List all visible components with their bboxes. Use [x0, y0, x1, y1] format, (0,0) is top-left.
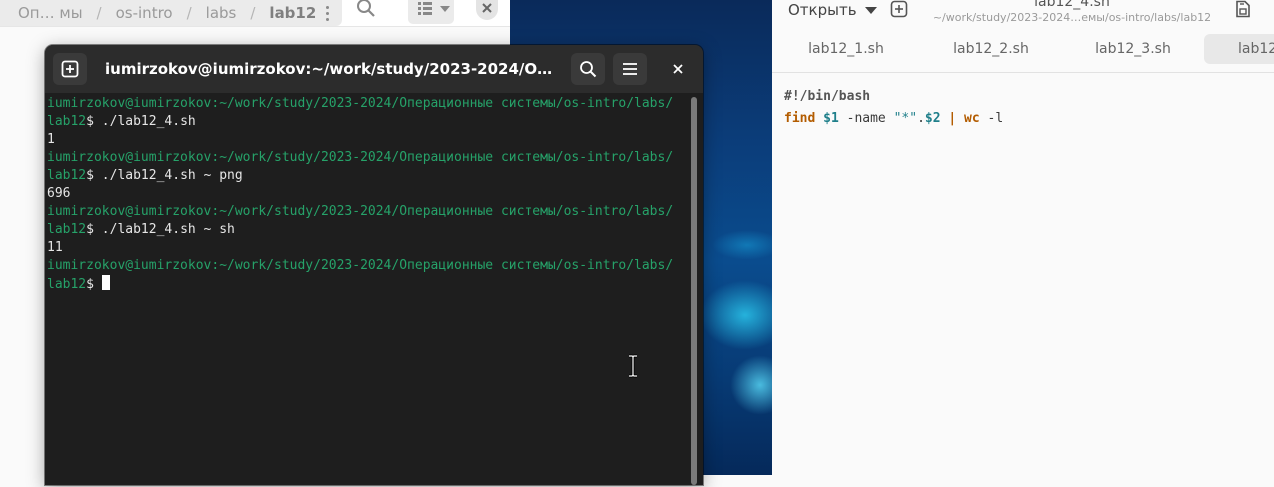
new-tab-button[interactable] — [53, 53, 87, 85]
code-line-2: find $1 -name "*".$2 | wc -l — [784, 108, 1003, 130]
prompt-path: lab12 — [47, 114, 87, 129]
terminal-line: iumirzokov@iumirzokov:~/work/study/2023-… — [47, 203, 687, 221]
prompt-path: lab12 — [47, 277, 87, 292]
search-icon — [580, 61, 597, 78]
prompt-path: lab12 — [47, 222, 87, 237]
list-view-icon — [418, 2, 450, 15]
kebab-menu-icon[interactable] — [320, 0, 334, 26]
flag-l: -l — [987, 111, 1004, 126]
flag-name: -name — [846, 111, 886, 126]
code-area[interactable]: #!/bin/bash find $1 -name "*".$2 | wc -l — [784, 86, 1003, 130]
shebang: #!/bin/bash — [784, 89, 871, 104]
dot: . — [917, 111, 925, 126]
terminal-line: 11 — [47, 239, 687, 257]
terminal-line: 696 — [47, 185, 687, 203]
prompt-user: iumirzokov@iumirzokov — [47, 150, 212, 165]
prompt-symbol: $ — [86, 168, 102, 183]
terminal-line: 1 — [47, 131, 687, 149]
search-icon[interactable] — [356, 0, 376, 20]
pipe-operator: | — [948, 111, 957, 126]
prompt-path: :~/work/study/2023-2024/Операционные сис… — [211, 204, 674, 219]
breadcrumb-separator: / — [96, 4, 102, 22]
terminal-line: lab12$ ./lab12_4.sh ~ png — [47, 167, 687, 185]
file-manager-close-button[interactable] — [476, 0, 498, 20]
breadcrumb-item-parent[interactable]: Оп… мы — [0, 4, 89, 22]
terminal-scrollbar[interactable] — [691, 97, 697, 485]
close-icon — [673, 64, 683, 74]
file-manager-headerbar: Оп… мы / os-intro / labs / lab12 — [0, 0, 510, 27]
pattern-string: "*" — [893, 111, 918, 126]
tab-lab12-1[interactable]: lab12_1.sh — [772, 34, 920, 64]
tab-lab12-4[interactable]: lab12_4.sh — [1204, 34, 1274, 64]
breadcrumb-item-os-intro[interactable]: os-intro — [110, 4, 179, 22]
command-output: 696 — [47, 186, 71, 201]
terminal-output[interactable]: iumirzokov@iumirzokov:~/work/study/2023-… — [47, 93, 687, 487]
terminal-menu-button[interactable] — [613, 53, 647, 85]
document-title: lab12_4.sh — [1034, 0, 1110, 10]
prompt-symbol: $ — [86, 277, 102, 292]
terminal-line: lab12$ ./lab12_4.sh — [47, 113, 687, 131]
prompt-path: :~/work/study/2023-2024/Операционные сис… — [211, 258, 674, 273]
code-line-1: #!/bin/bash — [784, 86, 1003, 108]
variable-arg2: $2 — [924, 111, 941, 126]
mouse-ibeam-cursor-icon — [629, 354, 637, 378]
save-icon[interactable] — [1234, 0, 1252, 18]
new-tab-icon — [61, 60, 79, 78]
terminal-line: iumirzokov@iumirzokov:~/work/study/2023-… — [47, 149, 687, 167]
terminal-line: lab12$ — [47, 275, 687, 294]
close-icon — [482, 3, 492, 13]
open-button[interactable]: Открыть — [778, 0, 887, 20]
prompt-path: :~/work/study/2023-2024/Операционные сис… — [211, 150, 674, 165]
command-text: ./lab12_4.sh ~ png — [101, 168, 243, 183]
prompt-user: iumirzokov@iumirzokov — [47, 96, 212, 111]
breadcrumb-item-labs[interactable]: labs — [200, 4, 243, 22]
breadcrumb-item-lab12[interactable]: lab12 — [263, 4, 322, 22]
command-text: ./lab12_4.sh ~ sh — [101, 222, 235, 237]
command-text: ./lab12_4.sh — [101, 114, 196, 129]
view-options-button[interactable] — [408, 0, 454, 24]
prompt-path: lab12 — [47, 168, 87, 183]
prompt-symbol: $ — [86, 114, 102, 129]
variable-arg1: $1 — [823, 111, 839, 126]
tab-lab12-3[interactable]: lab12_3.sh — [1062, 34, 1204, 64]
prompt-user: iumirzokov@iumirzokov — [47, 204, 212, 219]
breadcrumb: Оп… мы / os-intro / labs / lab12 — [0, 0, 342, 26]
new-document-icon[interactable] — [890, 0, 908, 18]
terminal-line: lab12$ ./lab12_4.sh ~ sh — [47, 221, 687, 239]
terminal-title: iumirzokov@iumirzokov:~/work/study/2023-… — [105, 60, 555, 78]
document-path: ~/work/study/2023-2024…емы/os-intro/labs… — [932, 11, 1212, 24]
command-output: 11 — [47, 240, 63, 255]
keyword-find: find — [784, 111, 816, 126]
prompt-user: iumirzokov@iumirzokov — [47, 258, 212, 273]
breadcrumb-separator: / — [250, 4, 256, 22]
terminal-line: iumirzokov@iumirzokov:~/work/study/2023-… — [47, 257, 687, 275]
terminal-window: iumirzokov@iumirzokov:~/work/study/2023-… — [45, 45, 703, 485]
open-button-label: Открыть — [788, 1, 857, 19]
text-editor-window: Открыть lab12_4.sh ~/work/study/2023-202… — [772, 0, 1274, 475]
terminal-headerbar: iumirzokov@iumirzokov:~/work/study/2023-… — [45, 45, 703, 93]
editor-headerbar: Открыть lab12_4.sh ~/work/study/2023-202… — [772, 0, 1274, 73]
keyword-wc: wc — [964, 111, 980, 126]
terminal-line: iumirzokov@iumirzokov:~/work/study/2023-… — [47, 95, 687, 113]
hamburger-menu-icon — [623, 63, 637, 75]
tab-bar: lab12_1.sh lab12_2.sh lab12_3.sh lab12_4… — [772, 34, 1274, 64]
terminal-search-button[interactable] — [571, 53, 605, 85]
breadcrumb-separator: / — [186, 4, 192, 22]
prompt-symbol: $ — [86, 222, 102, 237]
command-output: 1 — [47, 132, 55, 147]
prompt-path: :~/work/study/2023-2024/Операционные сис… — [211, 96, 674, 111]
terminal-close-button[interactable] — [663, 54, 693, 84]
tab-lab12-2[interactable]: lab12_2.sh — [920, 34, 1062, 64]
text-cursor — [101, 275, 110, 290]
chevron-down-icon — [864, 6, 877, 14]
